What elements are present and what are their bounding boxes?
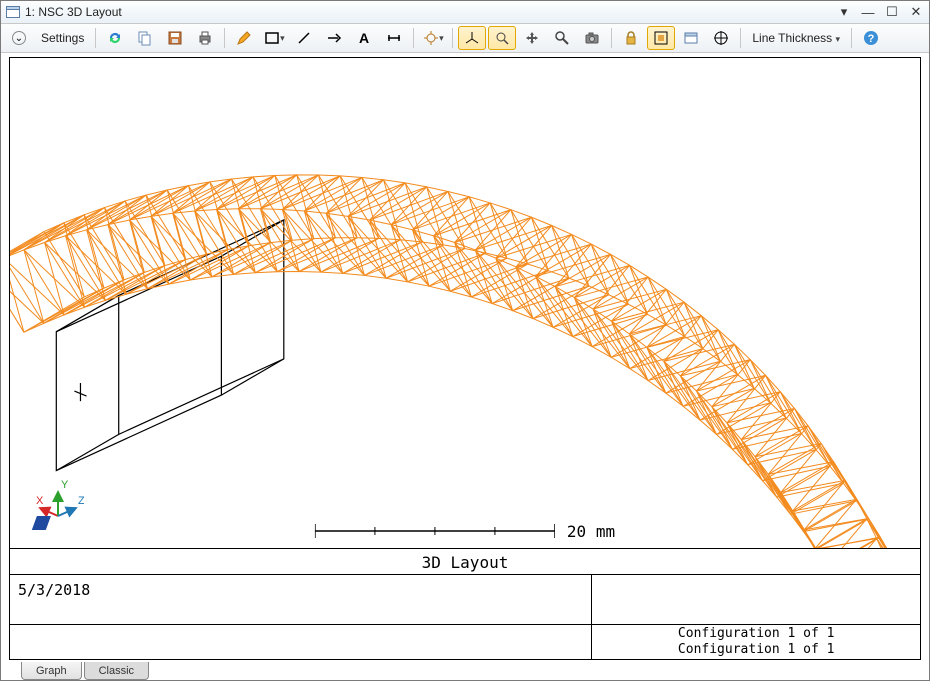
close-button[interactable]: ✕ xyxy=(907,4,925,20)
viewport-3d[interactable] xyxy=(10,58,920,549)
window-tool-button[interactable] xyxy=(677,26,705,50)
scale-label: 20 mm xyxy=(567,522,615,541)
maximize-button[interactable]: ☐ xyxy=(883,4,901,20)
config-line-2: Configuration 1 of 1 xyxy=(678,642,835,658)
dimension-button[interactable] xyxy=(380,26,408,50)
minimize-button[interactable]: — xyxy=(859,5,877,20)
chevron-down-icon: ▾ xyxy=(280,33,285,44)
app-window: 1: NSC 3D Layout ▾ — ☐ ✕ ⌄ Settings xyxy=(0,0,930,681)
arrow-icon xyxy=(326,30,342,46)
window-buttons: ▾ — ☐ ✕ xyxy=(835,4,925,20)
copy-button[interactable] xyxy=(131,26,159,50)
separator xyxy=(611,28,612,48)
scalebar-ruler xyxy=(315,521,555,541)
camera-icon xyxy=(584,30,600,46)
chevron-down-icon: ▾ xyxy=(836,34,841,44)
date-cell: 5/3/2018 xyxy=(10,575,592,625)
save-icon xyxy=(167,30,183,46)
config-row: Configuration 1 of 1 Configuration 1 of … xyxy=(10,624,920,659)
rotate-button[interactable]: ▾ xyxy=(419,26,447,50)
separator xyxy=(452,28,453,48)
tab-classic[interactable]: Classic xyxy=(84,662,149,680)
help-button[interactable]: ? xyxy=(857,26,885,50)
text-button[interactable]: A xyxy=(350,26,378,50)
svg-text:?: ? xyxy=(868,33,875,45)
pencil-icon xyxy=(236,30,252,46)
settings-label[interactable]: Settings xyxy=(35,31,90,45)
lock-icon xyxy=(623,30,639,46)
chevron-down-icon: ⌄ xyxy=(12,31,26,45)
fit-button[interactable] xyxy=(647,26,675,50)
pan-button[interactable] xyxy=(518,26,546,50)
refresh-icon xyxy=(107,30,123,46)
separator xyxy=(851,28,852,48)
camera-button[interactable] xyxy=(578,26,606,50)
separator xyxy=(413,28,414,48)
tab-graph[interactable]: Graph xyxy=(21,662,82,680)
copy-icon xyxy=(137,30,153,46)
layout-title: 3D Layout xyxy=(10,548,920,575)
svg-text:A: A xyxy=(359,30,369,46)
bottom-tabs: Graph Classic xyxy=(21,662,151,680)
settings-expand-button[interactable]: ⌄ xyxy=(5,26,33,50)
scale-bar: 20 mm xyxy=(315,521,615,541)
rect-button[interactable]: ▾ xyxy=(260,26,288,50)
print-button[interactable] xyxy=(191,26,219,50)
triad-x-label: X xyxy=(36,495,44,507)
dimension-icon xyxy=(386,30,402,46)
dropdown-icon[interactable]: ▾ xyxy=(835,4,853,20)
triad-axes: X Y Z xyxy=(24,480,84,539)
info-row: 5/3/2018 xyxy=(10,574,920,625)
triad-y-label: Y xyxy=(61,480,69,491)
chevron-down-icon: ▾ xyxy=(439,33,444,44)
triad-button[interactable] xyxy=(458,26,486,50)
window-icon xyxy=(5,4,21,20)
fit-icon xyxy=(653,30,669,46)
compass-icon xyxy=(423,30,439,46)
config-right-cell: Configuration 1 of 1 Configuration 1 of … xyxy=(592,625,920,659)
window-tool-icon xyxy=(683,30,699,46)
arrow-button[interactable] xyxy=(320,26,348,50)
refresh-button[interactable] xyxy=(101,26,129,50)
target-button[interactable] xyxy=(707,26,735,50)
pencil-button[interactable] xyxy=(230,26,258,50)
target-icon xyxy=(713,30,729,46)
triad-icon xyxy=(464,30,480,46)
magnify-icon xyxy=(554,30,570,46)
info-right-cell xyxy=(592,575,920,625)
square-icon xyxy=(264,30,280,46)
toolbar: ⌄ Settings ▾ A xyxy=(1,24,929,53)
triad-z-label: Z xyxy=(78,495,84,507)
save-button[interactable] xyxy=(161,26,189,50)
layout-3d-drawing xyxy=(10,58,920,549)
config-left-cell xyxy=(10,625,592,659)
separator xyxy=(95,28,96,48)
print-icon xyxy=(197,30,213,46)
lock-button[interactable] xyxy=(617,26,645,50)
window-title: 1: NSC 3D Layout xyxy=(25,5,835,19)
zoom-button[interactable] xyxy=(548,26,576,50)
titlebar: 1: NSC 3D Layout ▾ — ☐ ✕ xyxy=(1,1,929,24)
help-icon: ? xyxy=(863,30,879,46)
zoom-select-button[interactable] xyxy=(488,26,516,50)
text-icon: A xyxy=(356,30,372,46)
line-button[interactable] xyxy=(290,26,318,50)
line-thickness-dropdown[interactable]: Line Thickness ▾ xyxy=(746,31,846,45)
canvas-area: X Y Z 20 mm 3D Layout xyxy=(1,53,929,680)
line-icon xyxy=(296,30,312,46)
separator xyxy=(224,28,225,48)
zoom-rect-icon xyxy=(494,30,510,46)
separator xyxy=(740,28,741,48)
drawing-sheet: X Y Z 20 mm 3D Layout xyxy=(9,57,921,660)
config-line-1: Configuration 1 of 1 xyxy=(678,626,835,642)
pan-icon xyxy=(524,30,540,46)
